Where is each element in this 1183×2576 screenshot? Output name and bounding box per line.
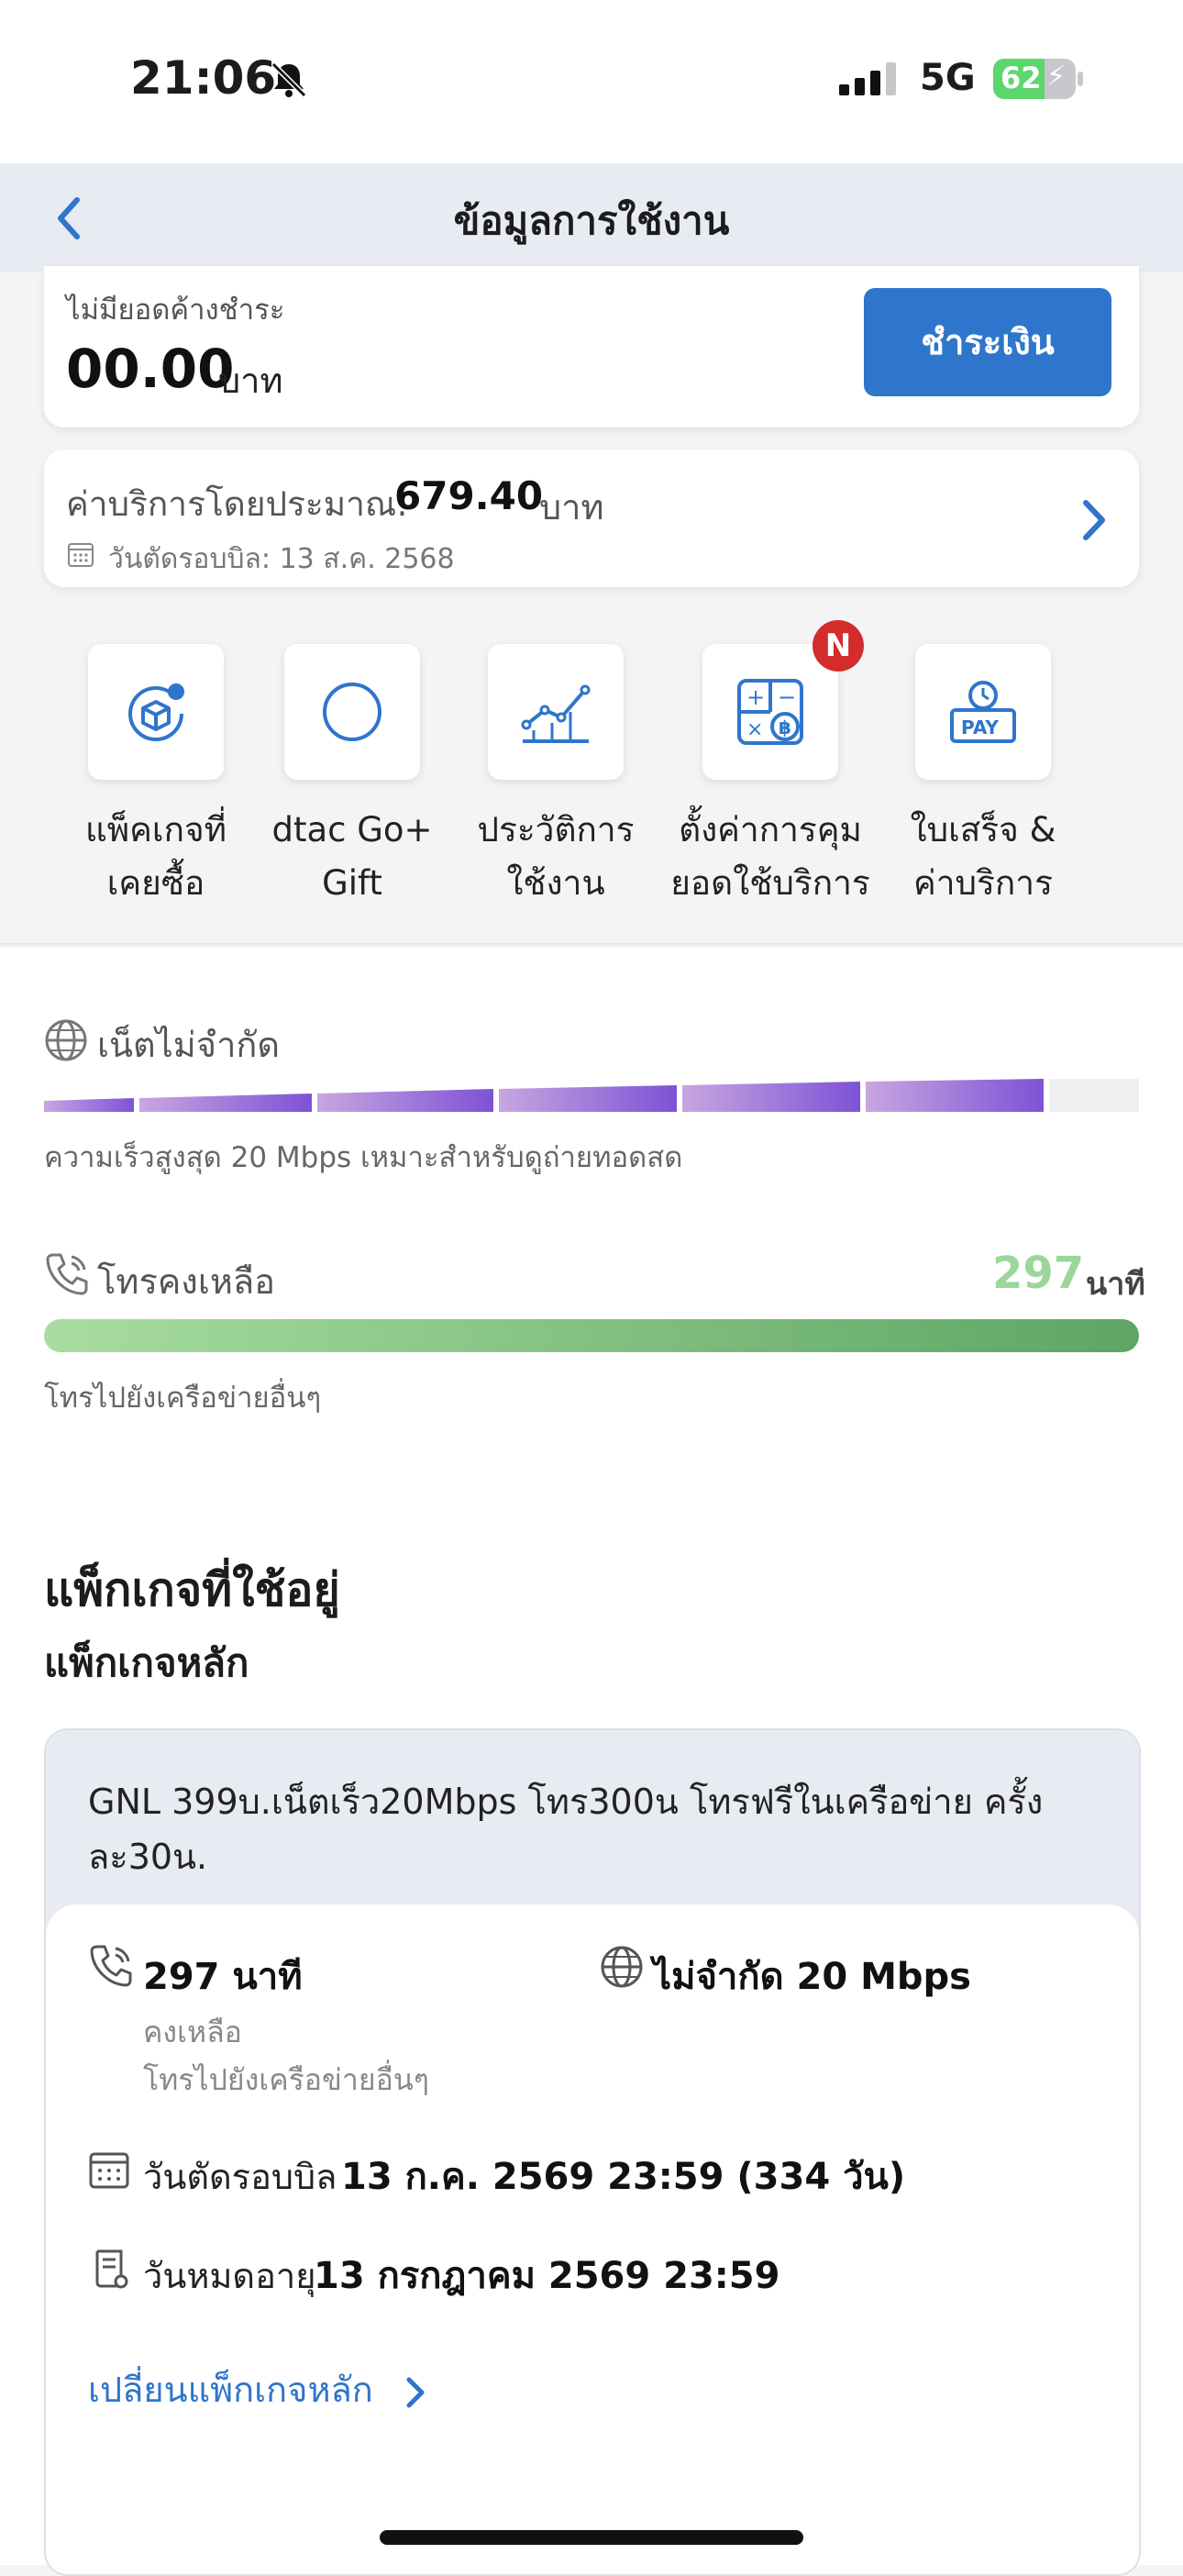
speed-seg-5 [682,1082,860,1112]
calls-description: โทรไปยังเครือข่ายอื่นๆ [44,1382,322,1415]
outstanding-card: ไม่มียอดค้างชำระ 00.00 บาท ชำระเงิน [44,266,1139,427]
package-name: GNL 399บ.เน็ตเร็ว20Mbps โทร300น โทรฟรีใน… [88,1782,1044,1877]
calls-unit: นาที [1086,1266,1145,1303]
calendar-icon [89,2152,129,2189]
calls-title: โทรคงเหลือ [97,1261,275,1302]
bill-cycle-date: วันตัดรอบบิล: 13 ส.ค. 2568 [108,543,455,575]
svg-text:+: + [746,684,765,710]
shortcut-usage-history[interactable] [488,644,624,780]
signal-icon [839,62,896,95]
shortcut-label-gift: dtac Go+ Gift [271,810,433,903]
package-body: 297 นาที คงเหลือ โทรไปยังเครือข่ายอื่นๆ … [46,1904,1139,2574]
pay-button[interactable]: ชำระเงิน [864,288,1111,396]
estimate-amount: 679.40 [394,473,544,518]
status-time: 21:06 [130,51,277,105]
svg-text:−: − [778,684,796,710]
main-package-heading: แพ็กเกจหลัก [44,1640,249,1685]
speed-seg-2 [139,1094,312,1112]
package-call-remaining: คงเหลือ [143,2015,242,2049]
speed-seg-1 [44,1098,134,1112]
package-cycle-label: วันตัดรอบบิล [143,2157,337,2197]
circle-icon [323,683,381,741]
page-title: ข้อมูลการใช้งาน [453,198,730,243]
outstanding-label: ไม่มียอดค้างชำระ [66,294,285,327]
estimate-label: ค่าบริการโดยประมาณ: [66,484,408,524]
shortcut-label-control: ตั้งค่าการคุม ยอดใช้บริการ [670,810,870,903]
shortcut-label-history: ประวัติการ ใช้งาน [477,810,635,903]
chart-icon [521,684,591,743]
battery-tip [1078,72,1083,86]
package-call-amount: 297 นาที [143,1956,303,1998]
battery-percent: 62 [1001,61,1042,95]
bell-muted-icon [271,61,307,98]
phone-icon [46,1253,88,1295]
packages-heading: แพ็กเกจที่ใช้อยู่ [44,1563,340,1616]
internet-speed-bar [44,1079,1139,1112]
shortcut-label-purchased: แพ็คเกจที่ เคยซื้อ [84,810,227,903]
calls-minutes: 297 [992,1248,1085,1299]
internet-description: ความเร็วสูงสุด 20 Mbps เหมาะสำหรับดูถ่าย… [44,1141,683,1174]
phone-icon [90,1945,132,1987]
shortcut-receipts[interactable]: PAY [915,644,1051,780]
network-type: 5G [920,57,976,99]
speed-seg-empty [1049,1079,1139,1112]
change-package-link[interactable]: เปลี่ยนแพ็กเกจหลัก [88,2361,426,2417]
package-call-desc: โทรไปยังเครือข่ายอื่นๆ [143,2062,429,2097]
estimate-unit: บาท [539,487,604,527]
outstanding-amount: 00.00 [66,338,235,400]
shortcut-purchased-packages[interactable] [88,644,224,780]
package-cycle-value: 13 ก.ค. 2569 23:59 (334 วัน) [341,2156,906,2198]
package-expiry-label: วันหมดอายุ [143,2256,316,2296]
chevron-right-icon[interactable] [1078,497,1110,543]
package-header: GNL 399บ.เน็ตเร็ว20Mbps โทร300น โทรฟรีใน… [46,1730,1139,1932]
globe-icon [601,1946,643,1988]
battery-icon: 62 ⚡ [993,59,1076,99]
speed-seg-4 [499,1085,677,1112]
svg-text:฿: ฿ [779,716,791,738]
section-divider [0,943,1183,949]
internet-title: เน็ตไม่จำกัด [97,1025,281,1065]
shortcut-spending-control[interactable]: + − × ฿ [702,644,838,780]
speed-seg-3 [317,1089,493,1112]
speed-seg-6 [866,1079,1044,1112]
new-badge: N [813,620,864,672]
calculator-icon: + − × ฿ [737,679,803,745]
outstanding-unit: บาท [218,361,283,401]
change-package-label: เปลี่ยนแพ็กเกจหลัก [88,2370,373,2410]
globe-icon [45,1019,87,1061]
estimate-card[interactable]: ค่าบริการโดยประมาณ: 679.40 บาท วันตัดรอบ… [44,450,1139,587]
status-bar: 21:06 5G 62 ⚡ [0,0,1183,163]
charging-icon: ⚡ [1046,61,1067,93]
document-icon [95,2249,128,2289]
calendar-icon [68,543,94,567]
shortcut-dtac-go-gift[interactable] [284,644,420,780]
svg-text:PAY: PAY [961,716,999,738]
main-package-card: GNL 399บ.เน็ตเร็ว20Mbps โทร300น โทรฟรีใน… [44,1728,1141,2576]
box-history-icon [128,683,184,741]
package-expiry-value: 13 กรกฎาคม 2569 23:59 [314,2255,780,2297]
calls-remaining-bar [44,1319,1139,1352]
package-data-amount: ไม่จำกัด 20 Mbps [653,1956,971,1998]
home-indicator[interactable] [380,2530,803,2545]
svg-text:×: × [746,718,763,741]
shortcut-label-receipts: ใบเสร็จ & ค่าบริการ [910,810,1056,903]
chevron-right-icon [406,2377,425,2407]
pay-clock-icon: PAY [950,681,1016,743]
nav-header: ข้อมูลการใช้งาน [0,163,1183,272]
